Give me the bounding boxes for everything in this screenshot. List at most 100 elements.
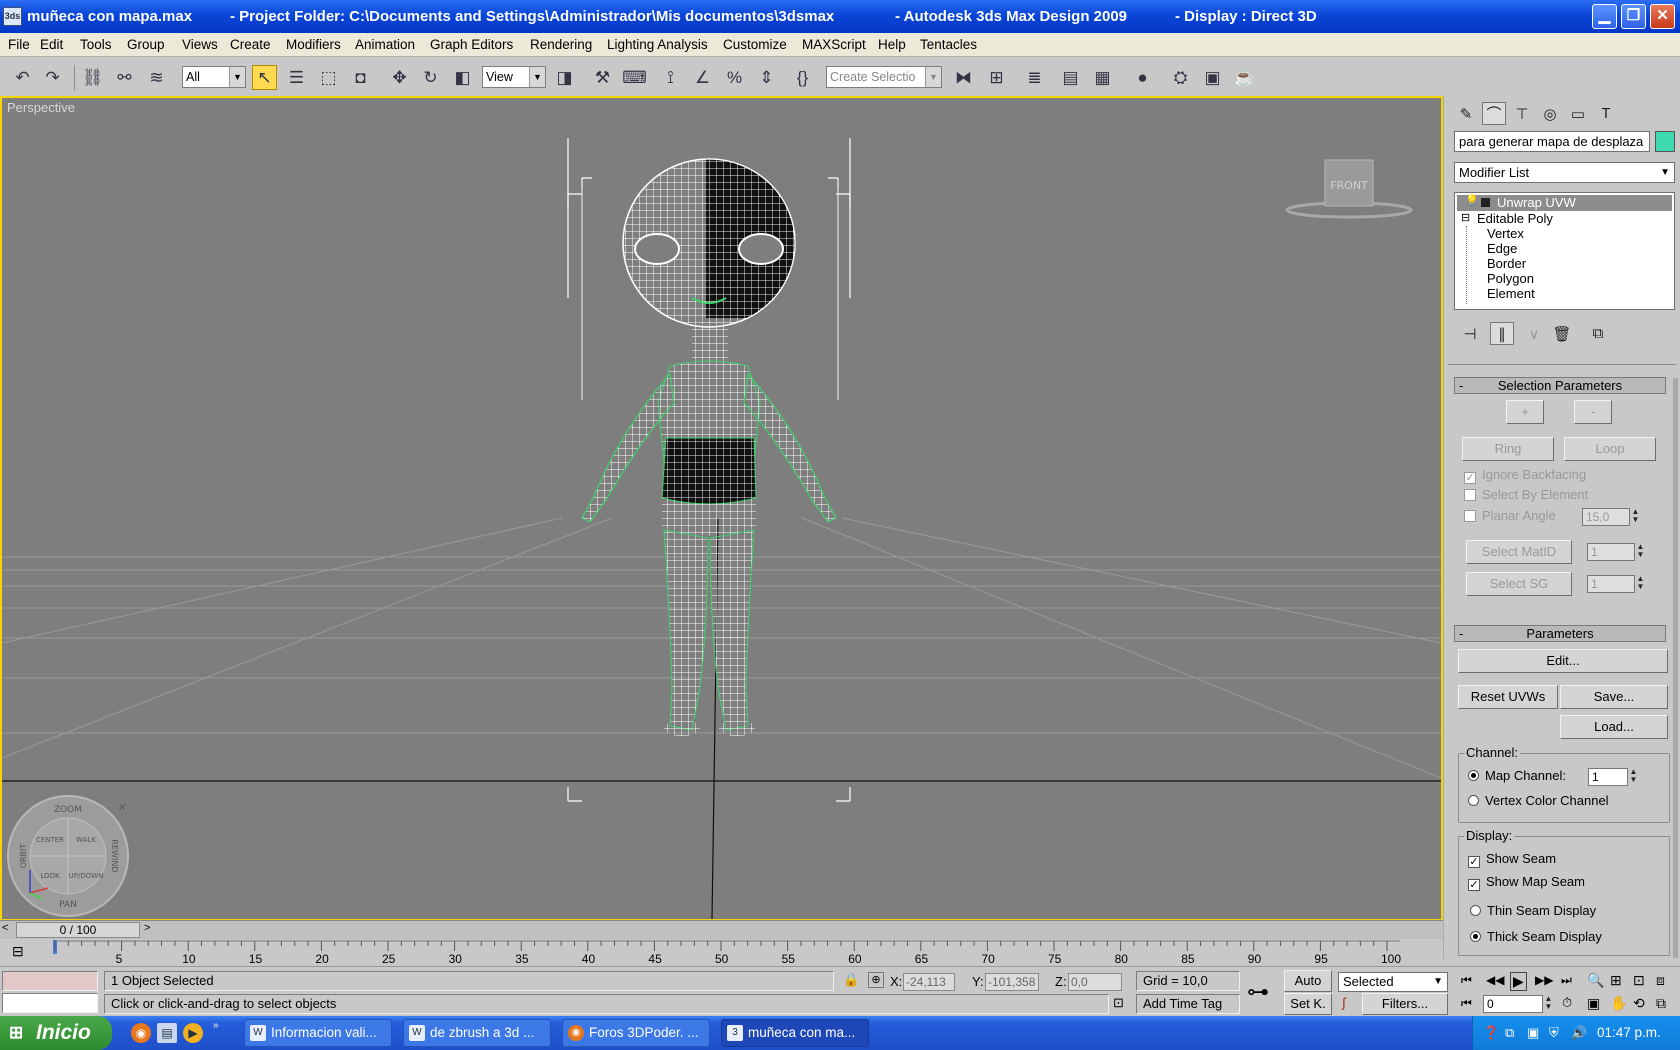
grow-selection-button[interactable]: + <box>1506 400 1544 424</box>
configure-modifier-sets-icon[interactable]: ⧉ <box>1586 322 1610 345</box>
minimize-button[interactable]: ▁ <box>1592 4 1617 29</box>
spinner-snap-icon[interactable]: ⇕ <box>754 65 779 90</box>
menu-graph-editors[interactable]: Graph Editors <box>430 37 513 52</box>
utilities-tab-icon[interactable]: T <box>1594 102 1618 125</box>
menu-file[interactable]: File <box>8 37 30 52</box>
pan-view-icon[interactable]: ✋ <box>1610 995 1627 1012</box>
maximize-button[interactable]: ❐ <box>1621 4 1646 29</box>
help-tray-icon[interactable]: ❓ <box>1483 1016 1499 1050</box>
menu-animation[interactable]: Animation <box>355 37 415 52</box>
angle-snap-icon[interactable]: ∠ <box>690 65 715 90</box>
time-prev-icon[interactable]: < <box>2 922 8 934</box>
map-channel-radio[interactable]: Map Channel: <box>1468 768 1566 783</box>
align-icon[interactable]: ⊞ <box>984 65 1009 90</box>
viewport-scene[interactable]: FRONT ZOOM PAN ORBIT REWIND CENTER WALK … <box>2 98 1441 919</box>
key-filters-button[interactable]: Filters... <box>1362 993 1448 1015</box>
task-muneca[interactable]: 3 muñeca con ma... <box>721 1019 869 1047</box>
stack-toggle-icon[interactable] <box>1481 198 1490 207</box>
display-tray-icon[interactable]: ▣ <box>1527 1016 1539 1050</box>
rectangular-selection-icon[interactable]: ⬚ <box>316 65 341 90</box>
subobject-edge[interactable]: Edge <box>1487 241 1517 256</box>
spinner-arrows-icon[interactable]: ▲ ▼ <box>1628 768 1639 786</box>
zoom-extents-all-icon[interactable]: ⧈ <box>1656 972 1665 989</box>
show-seam-checkbox[interactable]: ✓ Show Seam <box>1468 851 1556 868</box>
auto-key-button[interactable]: Auto <box>1284 970 1332 992</box>
undo-icon[interactable]: ↶ <box>10 65 35 90</box>
quick-render-teapot-icon[interactable]: ☕ <box>1232 65 1257 90</box>
motion-tab-icon[interactable]: ◎ <box>1538 102 1562 125</box>
current-frame-spinner[interactable]: 0 ▲ ▼ <box>1483 995 1552 1013</box>
command-panel-scrollbar[interactable] <box>1673 378 1678 958</box>
volume-tray-icon[interactable]: 🔊 <box>1571 1016 1587 1050</box>
thick-seam-display-radio[interactable]: Thick Seam Display <box>1470 929 1602 944</box>
time-tag-icon[interactable]: ⊡ <box>1113 995 1124 1011</box>
subobject-border[interactable]: Border <box>1487 256 1526 271</box>
x-coordinate-field[interactable]: -24,113 <box>903 973 955 991</box>
pin-stack-icon[interactable]: ⊣ <box>1458 322 1482 345</box>
subobject-vertex[interactable]: Vertex <box>1487 226 1524 241</box>
menu-tentacles[interactable]: Tentacles <box>920 37 977 52</box>
planar-angle-spinner[interactable]: 15,0 ▲ ▼ <box>1582 508 1639 526</box>
lightbulb-icon[interactable]: 💡 <box>1465 194 1479 207</box>
z-coordinate-field[interactable]: 0,0 <box>1068 973 1122 991</box>
quicklaunch-overflow-icon[interactable]: » <box>213 1020 219 1031</box>
menu-group[interactable]: Group <box>127 37 165 52</box>
editable-poly-label[interactable]: Editable Poly <box>1477 211 1553 226</box>
show-map-seam-checkbox[interactable]: ✓ Show Map Seam <box>1468 874 1585 891</box>
zoom-all-icon[interactable]: ⊞ <box>1610 972 1622 989</box>
map-channel-spinner[interactable]: 1 ▲ ▼ <box>1588 768 1637 786</box>
network-tray-icon[interactable]: ⧉ <box>1505 1016 1514 1050</box>
object-name-field[interactable]: para generar mapa de desplaza <box>1454 131 1650 152</box>
material-editor-icon[interactable]: ● <box>1130 65 1155 90</box>
loop-button[interactable]: Loop <box>1564 437 1656 461</box>
field-of-view-icon[interactable]: ▣ <box>1587 995 1600 1012</box>
play-icon[interactable]: ▶ <box>1510 972 1527 991</box>
menu-views[interactable]: Views <box>182 37 218 52</box>
subobject-element[interactable]: Element <box>1487 286 1535 301</box>
perspective-viewport[interactable]: FRONT ZOOM PAN ORBIT REWIND CENTER WALK … <box>0 96 1443 921</box>
select-by-name-icon[interactable]: ☰ <box>284 65 309 90</box>
security-tray-icon[interactable]: ⛨ <box>1549 1016 1559 1050</box>
named-selection-dropdown[interactable]: Create Selectio ▼ <box>826 66 942 88</box>
spinner-arrows-icon[interactable]: ▲ ▼ <box>1543 995 1554 1013</box>
3dsmax-app-icon[interactable]: 3ds <box>3 7 22 26</box>
spinner-arrows-icon[interactable]: ▲ ▼ <box>1635 543 1646 561</box>
pivot-center-icon[interactable]: ◨ <box>552 65 577 90</box>
menu-maxscript[interactable]: MAXScript <box>802 37 866 52</box>
set-key-icon[interactable]: ⊶ <box>1247 979 1269 1005</box>
menu-tools[interactable]: Tools <box>80 37 112 52</box>
edit-named-selection-icon[interactable]: {} <box>790 65 815 90</box>
next-frame-icon[interactable]: ▶▶ <box>1535 973 1553 987</box>
zoom-icon[interactable]: 🔍 <box>1587 972 1604 989</box>
redo-icon[interactable]: ↷ <box>40 65 65 90</box>
sg-spinner[interactable]: 1 ▲ ▼ <box>1587 575 1644 593</box>
create-tab-icon[interactable]: ✎ <box>1454 102 1478 125</box>
time-slider-thumb[interactable]: 0 / 100 <box>16 922 140 938</box>
absolute-transform-icon[interactable]: ⊕ <box>868 972 884 988</box>
key-mode-toggle-icon[interactable]: ⏮ <box>1461 996 1472 1011</box>
matid-spinner[interactable]: 1 ▲ ▼ <box>1587 543 1644 561</box>
vertex-color-channel-radio[interactable]: Vertex Color Channel <box>1468 793 1609 808</box>
menu-help[interactable]: Help <box>878 37 906 52</box>
bind-to-space-warp-icon[interactable]: ≋ <box>144 65 169 90</box>
select-matid-button[interactable]: Select MatID <box>1466 540 1572 564</box>
track-bar[interactable]: ⊟ 5 10 15 20 25 30 35 40 45 50 55 60 65 70 75 80 85 90 95 1… <box>0 939 1443 969</box>
viewport-label[interactable]: Perspective <box>7 100 75 115</box>
save-button[interactable]: Save... <box>1560 685 1668 709</box>
task-zbrush[interactable]: Wde zbrush a 3d ... <box>403 1019 551 1047</box>
orbit-icon[interactable]: ⟲ <box>1633 995 1645 1012</box>
select-and-link-icon[interactable]: ⛓ <box>80 65 105 90</box>
select-and-manipulate-icon[interactable]: ⚒ <box>590 65 615 90</box>
go-to-start-icon[interactable]: ⏮ <box>1461 973 1472 988</box>
selection-parameters-rollout-header[interactable]: - Selection Parameters <box>1454 377 1666 394</box>
selection-filter-dropdown[interactable]: All ▼ <box>182 66 246 88</box>
y-coordinate-field[interactable]: -101,358 <box>985 973 1039 991</box>
show-end-result-icon[interactable]: ∥ <box>1490 322 1514 345</box>
display-tab-icon[interactable]: ▭ <box>1566 102 1590 125</box>
media-player-icon[interactable]: ▶ <box>183 1023 203 1043</box>
collapse-minus-icon[interactable]: ⊟ <box>1461 211 1470 224</box>
set-key-button[interactable]: Set K. <box>1284 993 1332 1015</box>
window-crossing-icon[interactable]: ◘ <box>348 65 373 90</box>
menu-rendering[interactable]: Rendering <box>530 37 592 52</box>
previous-frame-icon[interactable]: ◀◀ <box>1486 973 1504 987</box>
